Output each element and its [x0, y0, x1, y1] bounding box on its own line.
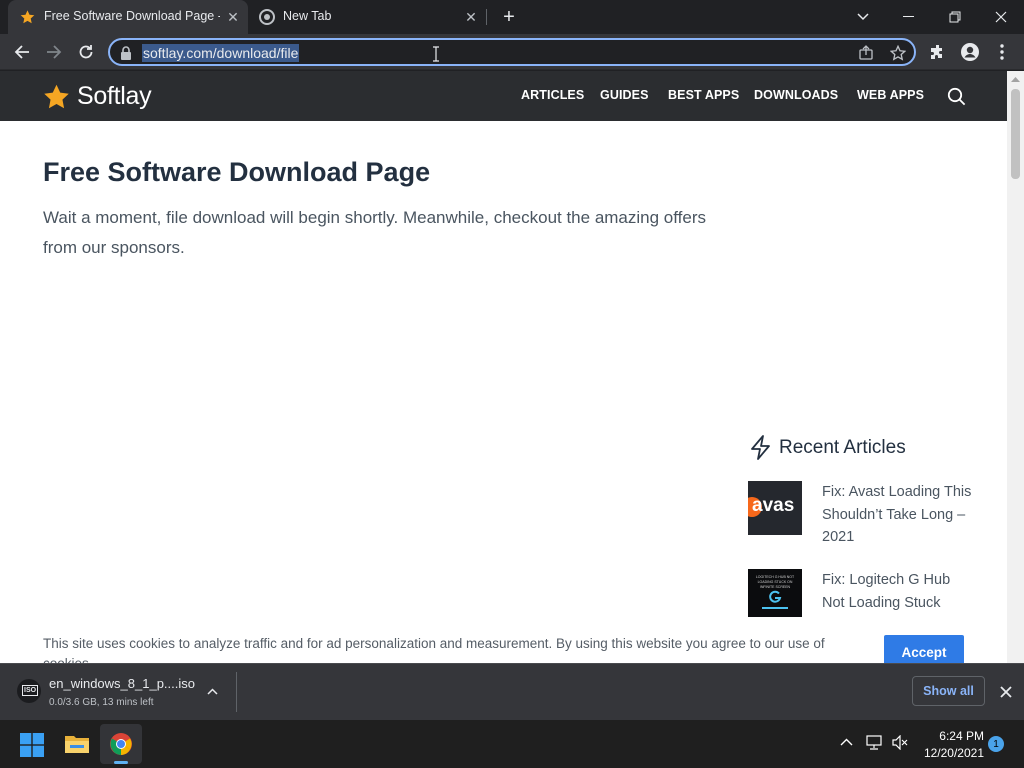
site-logo-text: Softlay [77, 82, 152, 110]
tab-title: Free Software Download Page - S [44, 9, 220, 23]
chrome-favicon-icon [259, 9, 275, 25]
volume-muted-icon[interactable] [892, 735, 909, 750]
bookmark-star-icon[interactable] [890, 45, 906, 61]
article-thumb-text: avas [752, 495, 795, 516]
page-scrollbar[interactable] [1007, 71, 1024, 663]
file-explorer-icon[interactable] [64, 733, 90, 755]
running-app-indicator [114, 761, 128, 764]
site-logo[interactable]: Softlay [42, 82, 152, 111]
search-icon[interactable] [947, 87, 966, 106]
extensions-puzzle-icon[interactable] [924, 38, 952, 66]
notification-badge[interactable]: 1 [988, 736, 1004, 752]
close-tab-icon[interactable]: ✕ [463, 9, 479, 25]
nav-guides[interactable]: GUIDES [600, 88, 649, 102]
back-arrow-icon[interactable] [8, 38, 36, 66]
clock-date[interactable]: 12/20/2021 [914, 746, 984, 760]
close-window-icon[interactable] [978, 0, 1024, 34]
profile-avatar-icon[interactable] [956, 38, 984, 66]
minimize-icon[interactable] [886, 0, 932, 34]
nav-best-apps[interactable]: BEST APPS [668, 88, 739, 102]
download-shelf: ISO en_windows_8_1_p....iso 0.0/3.6 GB, … [0, 663, 1024, 720]
close-download-bar-icon[interactable] [1000, 686, 1012, 698]
windows-start-icon[interactable] [20, 733, 44, 757]
address-bar[interactable]: softlay.com/download/file [108, 38, 916, 66]
tab-title: New Tab [283, 9, 332, 23]
scroll-up-arrow-icon[interactable] [1011, 76, 1020, 82]
download-divider [236, 672, 237, 712]
accept-cookies-button[interactable]: Accept [884, 635, 964, 663]
scrollbar-thumb[interactable] [1011, 89, 1020, 179]
page-title: Free Software Download Page [43, 157, 431, 187]
article-thumbnail-logitech[interactable]: LOGITECH G HUB NOT LOADING STUCK ON INFI… [748, 569, 802, 617]
lock-icon[interactable] [120, 46, 132, 60]
restore-icon[interactable] [932, 0, 978, 34]
tab-new-tab[interactable]: New Tab ✕ [250, 0, 486, 34]
clock-time[interactable]: 6:24 PM [924, 729, 984, 743]
lightning-icon [751, 435, 770, 460]
tab-strip: Free Software Download Page - S ✕ New Ta… [0, 0, 1024, 34]
intro-text: Wait a moment, file download will begin … [43, 208, 707, 257]
reload-icon[interactable] [72, 38, 100, 66]
thumb-underline [762, 607, 788, 609]
close-tab-icon[interactable]: ✕ [225, 9, 241, 25]
article-link-logitech[interactable]: Fix: Logitech G Hub Not Loading Stuck [822, 569, 972, 614]
logitech-g-logo-icon [769, 590, 782, 603]
chrome-taskbar-button[interactable] [100, 724, 142, 764]
share-icon[interactable] [858, 45, 874, 61]
chrome-menu-kebab-icon[interactable] [988, 38, 1016, 66]
nav-web-apps[interactable]: WEB APPS [857, 88, 924, 102]
recent-articles-heading: Recent Articles [779, 437, 906, 458]
text-cursor-icon [433, 46, 439, 62]
download-status: 0.0/3.6 GB, 13 mins left [49, 697, 154, 708]
iso-file-icon: ISO [17, 679, 41, 703]
windows-taskbar: 6:24 PM 12/20/2021 1 [0, 720, 1024, 768]
new-tab-plus-icon[interactable]: + [498, 6, 520, 28]
show-hidden-icons-chevron-icon[interactable] [840, 738, 853, 746]
network-icon[interactable] [866, 735, 883, 750]
star-favicon-icon [20, 10, 35, 24]
download-options-chevron-icon[interactable] [207, 688, 218, 695]
star-logo-icon [44, 84, 69, 108]
show-all-downloads-button[interactable]: Show all [912, 676, 985, 706]
web-page: Softlay ARTICLES GUIDES BEST APPS DOWNLO… [0, 71, 1007, 663]
iso-file-icon-label: ISO [22, 685, 39, 696]
article-thumb-text: LOGITECH G HUB NOT LOADING STUCK ON INFI… [755, 575, 795, 589]
article-link-avast[interactable]: Fix: Avast Loading This Shouldn’t Take L… [822, 481, 972, 549]
article-thumbnail-avast[interactable]: avas [748, 481, 802, 535]
tab-free-software-download[interactable]: Free Software Download Page - S ✕ [8, 0, 248, 34]
nav-articles[interactable]: ARTICLES [521, 88, 584, 102]
nav-downloads[interactable]: DOWNLOADS [754, 88, 838, 102]
tab-divider [486, 9, 487, 25]
download-file-name: en_windows_8_1_p....iso [49, 676, 195, 691]
download-item[interactable]: ISO en_windows_8_1_p....iso 0.0/3.6 GB, … [0, 664, 236, 720]
site-header: Softlay ARTICLES GUIDES BEST APPS DOWNLO… [0, 71, 1007, 121]
chrome-icon [110, 733, 132, 755]
tab-search-chevron-icon[interactable] [840, 0, 886, 34]
url-text[interactable]: softlay.com/download/file [142, 44, 300, 62]
cookie-notice-text: This site uses cookies to analyze traffi… [43, 636, 825, 663]
forward-arrow-icon[interactable] [40, 38, 68, 66]
